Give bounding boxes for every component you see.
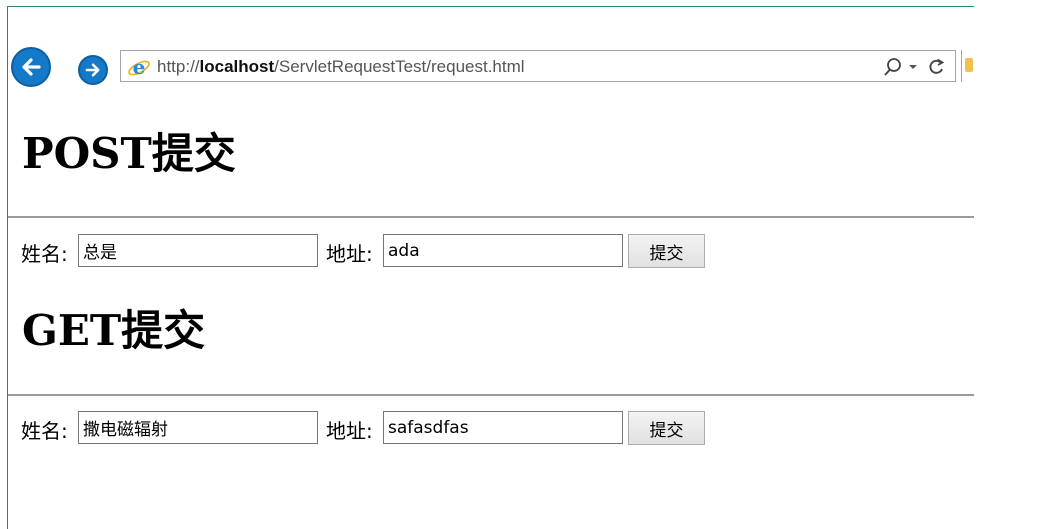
browser-window: e http://localhost/ServletRequestTest/re…: [7, 6, 974, 529]
get-name-input[interactable]: [78, 411, 318, 444]
refresh-icon: [929, 58, 945, 74]
tab-favicon: [965, 58, 973, 72]
ie-logo-icon: e: [128, 55, 150, 79]
new-tab-edge[interactable]: [961, 50, 974, 82]
url-path: /ServletRequestTest/request.html: [274, 57, 525, 76]
post-name-input[interactable]: [78, 234, 318, 267]
url-text: http://localhost/ServletRequestTest/requ…: [157, 57, 525, 77]
search-icon: [884, 58, 901, 76]
post-form: 姓名: 地址: 提交: [21, 234, 971, 270]
get-name-label: 姓名:: [21, 419, 68, 443]
forward-button[interactable]: [78, 55, 108, 85]
get-divider: [8, 394, 974, 396]
svg-text:e: e: [133, 55, 146, 79]
browser-toolbar: e http://localhost/ServletRequestTest/re…: [8, 41, 974, 93]
back-arrow-icon: [22, 58, 41, 76]
post-submit-button[interactable]: 提交: [628, 234, 705, 268]
get-heading: GET提交: [22, 306, 206, 355]
post-address-input[interactable]: [383, 234, 623, 267]
post-address-label: 地址:: [326, 242, 373, 266]
post-name-label: 姓名:: [21, 242, 68, 266]
refresh-button[interactable]: [925, 55, 947, 79]
post-heading: POST提交: [22, 129, 236, 178]
post-divider: [8, 216, 974, 218]
forward-arrow-icon: [85, 63, 100, 77]
get-form: 姓名: 地址: 提交: [21, 411, 971, 447]
search-dropdown[interactable]: [883, 55, 921, 79]
chevron-down-icon: [909, 65, 917, 69]
url-scheme: http://: [157, 57, 200, 76]
get-address-label: 地址:: [326, 419, 373, 443]
get-address-input[interactable]: [383, 411, 623, 444]
url-host: localhost: [199, 57, 275, 76]
back-button[interactable]: [11, 47, 51, 87]
address-bar[interactable]: e http://localhost/ServletRequestTest/re…: [120, 50, 956, 82]
get-submit-button[interactable]: 提交: [628, 411, 705, 445]
